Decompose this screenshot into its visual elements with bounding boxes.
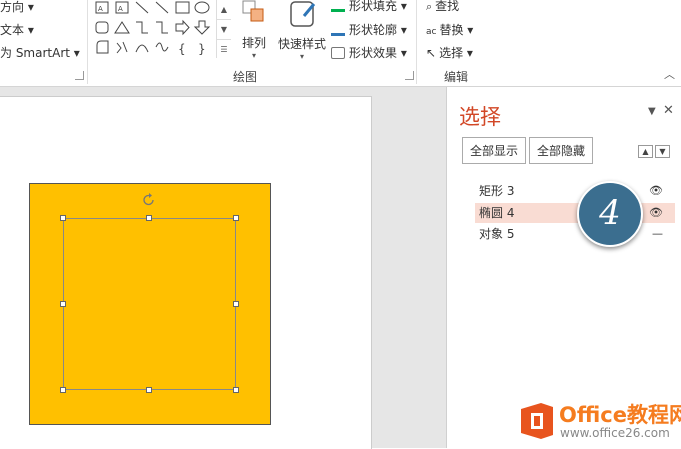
arrange-dropdown-icon: ▾	[251, 51, 256, 60]
step-badge: 4	[577, 181, 643, 247]
selection-box[interactable]	[63, 218, 236, 390]
gallery-down-icon[interactable]: ▼	[217, 20, 231, 40]
quick-styles-label: 快速样式	[277, 37, 326, 51]
svg-text:A: A	[98, 5, 103, 13]
shapes-gallery-icons: A A { }	[95, 1, 211, 56]
watermark: Office教程网 www.office26.com	[517, 399, 681, 448]
pane-options-icon[interactable]: ▼	[648, 106, 656, 117]
shape-fill-button[interactable]: 形状填充 ▾	[331, 0, 407, 14]
list-item[interactable]: 矩形 3 👁	[475, 181, 675, 201]
watermark-brand: Office教程网	[559, 403, 681, 427]
gallery-scroll[interactable]: ▲ ▼ ☰	[216, 0, 231, 58]
svg-text:A: A	[118, 5, 123, 13]
find-button[interactable]: ⌕ 查找	[426, 0, 459, 14]
collapse-ribbon-icon[interactable]: ︿	[664, 66, 675, 82]
item-label: 椭圆 4	[479, 206, 515, 220]
svg-text:{: {	[178, 42, 186, 56]
resize-handle[interactable]	[60, 387, 66, 393]
drawing-group-label: 绘图	[233, 70, 258, 84]
divider	[87, 0, 88, 84]
eye-icon[interactable]: 👁	[649, 181, 663, 201]
text-direction-button[interactable]: 方向 ▾	[0, 0, 34, 15]
arrange-button[interactable]: 排列 ▾	[237, 0, 271, 60]
drawing-launcher-icon[interactable]	[405, 71, 414, 80]
convert-smartart-button[interactable]: 为 SmartArt ▾	[0, 44, 80, 61]
replace-button[interactable]: ac 替换 ▾	[426, 21, 473, 38]
quick-styles-icon	[290, 1, 316, 27]
list-item-selected[interactable]: 椭圆 4 👁	[475, 203, 675, 223]
gallery-more-icon[interactable]: ☰	[217, 40, 231, 59]
shape-fill-label: 形状填充	[349, 0, 398, 13]
resize-handle[interactable]	[233, 387, 239, 393]
shape-outline-button[interactable]: 形状轮廓 ▾	[331, 21, 407, 38]
selection-pane: 选择 ▼ ✕ 全部显示 全部隐藏 ▲ ▼ 矩形 3 👁 椭圆 4 👁 对象 5 …	[446, 87, 681, 448]
select-label: 选择	[439, 46, 464, 60]
resize-handle[interactable]	[233, 301, 239, 307]
office-logo-icon	[521, 403, 553, 439]
resize-handle[interactable]	[60, 215, 66, 221]
shape-outline-label: 形状轮廓	[349, 23, 398, 37]
shapes-gallery[interactable]: A A { }	[92, 0, 216, 58]
quick-styles-dropdown-icon: ▾	[299, 52, 304, 61]
watermark-url: www.office26.com	[560, 426, 670, 440]
find-icon: ⌕	[426, 0, 433, 13]
text-direction-label: 方向	[0, 0, 25, 14]
svg-text:}: }	[198, 42, 206, 56]
pane-title: 选择	[459, 105, 501, 129]
item-label: 矩形 3	[479, 184, 515, 198]
eye-icon[interactable]: 👁	[649, 203, 663, 223]
bring-forward-icon[interactable]: ▲	[638, 145, 653, 158]
hidden-icon[interactable]: —	[652, 224, 663, 244]
find-label: 查找	[435, 0, 460, 13]
send-backward-icon[interactable]: ▼	[655, 145, 670, 158]
select-button[interactable]: ↖ 选择 ▾	[426, 44, 473, 61]
paint-bucket-icon	[331, 0, 345, 12]
align-text-button[interactable]: 文本 ▾	[0, 21, 34, 38]
list-item[interactable]: 对象 5 —	[475, 224, 675, 244]
replace-icon: ac	[426, 27, 437, 37]
align-text-label: 文本	[0, 23, 25, 37]
shape-effects-label: 形状效果	[349, 46, 398, 60]
pen-icon	[331, 21, 345, 36]
slide[interactable]	[0, 96, 372, 449]
item-label: 对象 5	[479, 227, 515, 241]
resize-handle[interactable]	[146, 215, 152, 221]
replace-label: 替换	[439, 23, 464, 37]
divider	[416, 0, 417, 84]
canvas-area	[0, 87, 446, 449]
paragraph-launcher-icon[interactable]	[75, 71, 84, 80]
shape-effects-button[interactable]: 形状效果 ▾	[331, 44, 407, 61]
rotate-handle-icon[interactable]	[141, 192, 157, 208]
arrange-icon	[242, 0, 264, 22]
cursor-icon: ↖	[426, 46, 437, 60]
close-icon[interactable]: ✕	[663, 103, 674, 118]
arrange-label: 排列	[241, 36, 266, 50]
effects-icon	[331, 47, 345, 59]
quick-styles-button[interactable]: 快速样式 ▾	[276, 0, 328, 61]
gallery-up-icon[interactable]: ▲	[217, 0, 231, 20]
resize-handle[interactable]	[60, 301, 66, 307]
resize-handle[interactable]	[146, 387, 152, 393]
show-all-button[interactable]: 全部显示	[462, 137, 527, 164]
convert-smartart-label: 为 SmartArt	[0, 46, 70, 60]
editing-group-label: 编辑	[444, 70, 469, 84]
hide-all-button[interactable]: 全部隐藏	[529, 137, 594, 164]
resize-handle[interactable]	[233, 215, 239, 221]
ribbon: 方向 ▾ 文本 ▾ 为 SmartArt ▾ A A {} ▲ ▼ ☰ 排列 …	[0, 0, 681, 87]
